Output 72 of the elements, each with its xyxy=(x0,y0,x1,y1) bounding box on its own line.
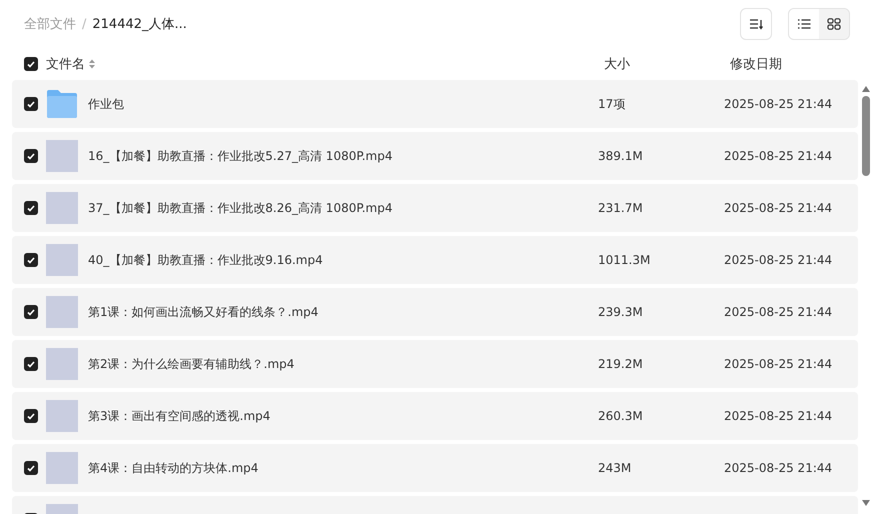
check-icon xyxy=(27,256,35,264)
file-name: 第4课：自由转动的方块体.mp4 xyxy=(88,460,260,476)
file-name: 第3课：画出有空间感的透视.mp4 xyxy=(88,408,272,424)
row-checkbox[interactable] xyxy=(24,201,38,215)
modified-date: 2025-08-25 21:44 xyxy=(724,253,832,267)
row-checkbox[interactable] xyxy=(24,253,38,267)
modified-date: 2025-08-25 21:44 xyxy=(724,305,832,319)
file-size: 243M xyxy=(598,461,632,475)
video-thumbnail xyxy=(46,140,78,172)
file-name: 16_【加餐】助教直播：作业批改5.27_高清 1080P.mp4 xyxy=(88,148,394,164)
modified-date: 2025-08-25 21:44 xyxy=(724,357,832,371)
check-icon xyxy=(27,100,35,108)
file-size: 1011.3M xyxy=(598,253,652,267)
sort-button[interactable] xyxy=(740,8,772,40)
row-checkbox[interactable] xyxy=(24,409,38,423)
row-checkbox[interactable] xyxy=(24,357,38,371)
file-name: 37_【加餐】助教直播：作业批改8.26_高清 1080P.mp4 xyxy=(88,200,394,216)
check-icon xyxy=(27,152,35,160)
folder-icon xyxy=(46,89,78,119)
modified-date: 2025-08-25 21:44 xyxy=(724,409,832,423)
file-size: 17项 xyxy=(598,96,626,112)
file-row[interactable]: 40_【加餐】助教直播：作业批改9.16.mp4 1011.3M 2025-08-25 21:44 xyxy=(12,236,858,284)
check-icon xyxy=(27,308,35,316)
check-icon xyxy=(27,360,35,368)
video-thumbnail xyxy=(46,244,78,276)
scroll-up-icon[interactable] xyxy=(862,86,870,92)
video-thumbnail xyxy=(46,296,78,328)
scroll-down-icon[interactable] xyxy=(862,500,870,506)
file-size: 239.3M xyxy=(598,305,644,319)
video-thumbnail xyxy=(46,192,78,224)
check-icon xyxy=(27,412,35,420)
file-row[interactable]: 作业包 17项 2025-08-25 21:44 xyxy=(12,80,858,128)
video-thumbnail xyxy=(46,400,78,432)
row-checkbox[interactable] xyxy=(24,97,38,111)
file-name: 40_【加餐】助教直播：作业批改9.16.mp4 xyxy=(88,252,324,268)
row-checkbox[interactable] xyxy=(24,461,38,475)
file-size: 219.2M xyxy=(598,357,644,371)
breadcrumb-separator: / xyxy=(82,16,86,32)
file-row[interactable]: 第2课：为什么绘画要有辅助线？.mp4 219.2M 2025-08-25 21:44 xyxy=(12,340,858,388)
modified-date: 2025-08-25 21:44 xyxy=(724,97,832,111)
row-checkbox[interactable] xyxy=(24,149,38,163)
column-header[interactable]: 修改日期 xyxy=(730,55,782,73)
sort-arrows-icon[interactable] xyxy=(89,59,95,69)
modified-date: 2025-08-25 21:44 xyxy=(724,201,832,215)
modified-date: 2025-08-25 21:44 xyxy=(724,149,832,163)
scrollbar-thumb[interactable] xyxy=(862,96,870,176)
breadcrumb-link[interactable]: 214442_人体... xyxy=(92,15,187,33)
file-row[interactable]: 第3课：画出有空间感的透视.mp4 260.3M 2025-08-25 21:44 xyxy=(12,392,858,440)
sort-icon xyxy=(749,18,763,30)
file-row[interactable]: 第4课：自由转动的方块体.mp4 243M 2025-08-25 21:44 xyxy=(12,444,858,492)
check-icon xyxy=(27,204,35,212)
list-view-button[interactable] xyxy=(789,9,819,39)
row-checkbox[interactable] xyxy=(24,305,38,319)
list-icon xyxy=(797,18,811,30)
check-icon xyxy=(27,464,35,472)
file-name: 作业包 xyxy=(88,96,125,112)
file-row[interactable]: 37_【加餐】助教直播：作业批改8.26_高清 1080P.mp4 231.7M 2025-08-25 21:44 xyxy=(12,184,858,232)
file-row[interactable]: 第1课：如何画出流畅又好看的线条？.mp4 239.3M 2025-08-25 21:44 xyxy=(12,288,858,336)
grid-icon xyxy=(827,18,841,30)
select-all-checkbox[interactable] xyxy=(24,57,38,71)
video-thumbnail xyxy=(46,452,78,484)
file-size: 260.3M xyxy=(598,409,644,423)
column-header[interactable]: 大小 xyxy=(604,55,730,73)
file-row[interactable]: 16_【加餐】助教直播：作业批改5.27_高清 1080P.mp4 389.1M 2025-08-25 21:44 xyxy=(12,132,858,180)
check-icon xyxy=(27,60,35,68)
file-name: 第2课：为什么绘画要有辅助线？.mp4 xyxy=(88,356,296,372)
file-size: 231.7M xyxy=(598,201,644,215)
file-name: 第1课：如何画出流畅又好看的线条？.mp4 xyxy=(88,304,320,320)
column-header[interactable]: 文件名 xyxy=(46,55,85,73)
file-size: 389.1M xyxy=(598,149,644,163)
modified-date: 2025-08-25 21:44 xyxy=(724,461,832,475)
video-thumbnail xyxy=(46,348,78,380)
